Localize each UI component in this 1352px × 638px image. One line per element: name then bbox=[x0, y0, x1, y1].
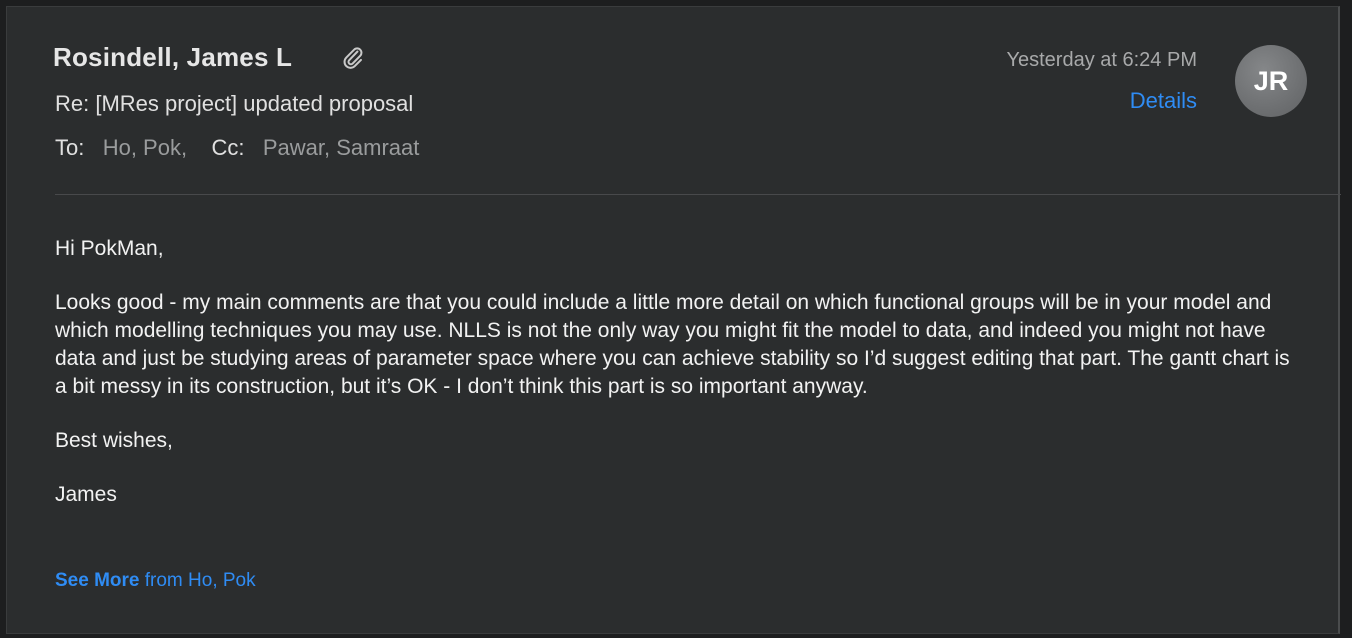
cc-recipient[interactable]: Pawar, Samraat bbox=[263, 135, 420, 160]
to-recipient[interactable]: Ho, Pok, bbox=[103, 135, 187, 160]
paperclip-icon[interactable] bbox=[342, 45, 364, 71]
message-viewer: Rosindell, James L Re: [MRes project] up… bbox=[6, 6, 1341, 634]
avatar: JR bbox=[1235, 45, 1307, 117]
avatar-initials: JR bbox=[1253, 65, 1289, 96]
signature: James bbox=[55, 483, 117, 506]
body-paragraph: Looks good - my main comments are that y… bbox=[55, 291, 1290, 398]
sender-name: Rosindell, James L bbox=[53, 42, 293, 72]
message-timestamp: Yesterday at 6:24 PM bbox=[1006, 49, 1198, 71]
details-link[interactable]: Details bbox=[1130, 88, 1197, 114]
recipients-line: To: Ho, Pok, Cc: Pawar, Samraat bbox=[55, 135, 419, 161]
see-more-row: See More from Ho, Pok bbox=[55, 570, 256, 592]
cc-label: Cc: bbox=[211, 135, 245, 160]
greeting: Hi PokMan, bbox=[55, 237, 164, 260]
subject-line: Re: [MRes project] updated proposal bbox=[55, 91, 414, 116]
signoff: Best wishes, bbox=[55, 429, 173, 452]
to-label: To: bbox=[55, 135, 85, 160]
see-more-suffix: from Ho, Pok bbox=[139, 570, 256, 591]
message-body: Hi PokMan, Looks good - my main comments… bbox=[55, 235, 1305, 537]
header-divider bbox=[55, 194, 1341, 195]
see-more-link[interactable]: See More bbox=[55, 570, 139, 591]
